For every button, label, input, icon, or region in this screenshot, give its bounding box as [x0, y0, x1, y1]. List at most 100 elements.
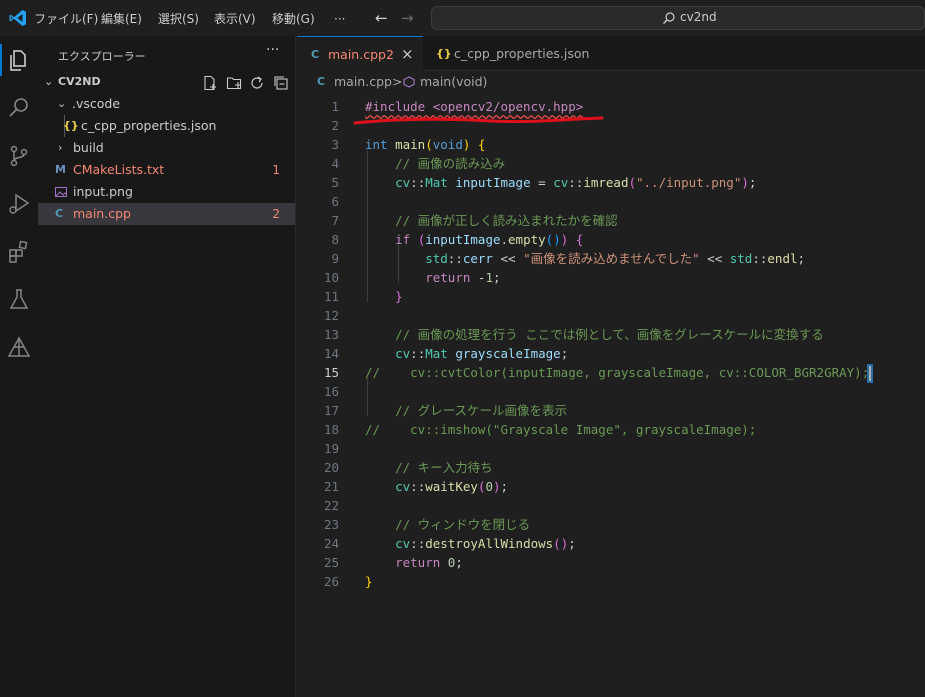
line-number: 5	[331, 175, 339, 190]
title-bar: ファイル(F) 編集(E) 選択(S) 表示(V) 移動(G) ··· ← → …	[0, 0, 925, 36]
line-number: 2	[331, 118, 339, 133]
breadcrumb-symbol[interactable]: main(void)	[420, 71, 487, 93]
menu-file[interactable]: ファイル(F)	[34, 10, 98, 28]
explorer-more-button[interactable]: ···	[266, 42, 279, 58]
tree-item-label: input.png	[73, 184, 133, 199]
line-number: 16	[323, 384, 339, 399]
source-control-icon[interactable]	[5, 142, 33, 170]
line-number: 10	[323, 270, 339, 285]
red-pen-annotation	[353, 116, 604, 125]
menu-go[interactable]: 移動(G)	[272, 10, 315, 28]
code-line[interactable]: return 0;	[365, 553, 463, 572]
cpp-file-icon: C	[311, 48, 320, 61]
line-number: 21	[323, 479, 339, 494]
cmake-file-icon: M	[55, 163, 66, 176]
code-line[interactable]: // 画像の処理を行う ここでは例として、画像をグレースケールに変換する	[365, 325, 824, 344]
code-line[interactable]: // cv::cvtColor(inputImage, grayscaleIma…	[365, 363, 872, 382]
search-icon	[663, 12, 675, 24]
testing-flask-icon[interactable]	[5, 286, 33, 314]
code-line[interactable]: }	[365, 572, 373, 591]
workspace-label: CV2ND	[58, 75, 101, 88]
chevron-down-icon: ⌄	[44, 75, 54, 88]
search-text: cv2nd	[680, 10, 717, 24]
menu-selection[interactable]: 選択(S)	[158, 10, 199, 28]
code-line[interactable]: }	[365, 287, 403, 306]
code-line[interactable]: int main(void) {	[365, 135, 485, 154]
tree-item-label: c_cpp_properties.json	[81, 118, 217, 133]
tree-item-input-png[interactable]: input.png	[38, 181, 295, 203]
explorer-icon[interactable]	[5, 46, 33, 74]
search-view-icon[interactable]	[5, 94, 33, 122]
tree-item-main-cpp[interactable]: C main.cpp 2	[38, 203, 295, 225]
collapse-all-icon[interactable]	[273, 75, 289, 91]
breadcrumb-file[interactable]: main.cpp	[334, 71, 392, 93]
line-number: 20	[323, 460, 339, 475]
image-file-icon	[55, 187, 67, 197]
forward-arrow-icon[interactable]: →	[401, 9, 414, 27]
tab-main-cpp[interactable]: C main.cpp 2 ×	[297, 36, 423, 71]
code-line[interactable]: cv::waitKey(0);	[365, 477, 508, 496]
tab-c-cpp-properties[interactable]: {} c_cpp_properties.json	[423, 36, 593, 71]
menu-more[interactable]: ···	[334, 10, 345, 28]
tab-label: main.cpp	[328, 47, 386, 62]
line-number: 18	[323, 422, 339, 437]
run-debug-icon[interactable]	[5, 190, 33, 218]
tree-item-label: CMakeLists.txt	[73, 162, 165, 177]
code-line[interactable]: // 画像の読み込み	[365, 154, 505, 173]
code-line[interactable]: cv::Mat grayscaleImage;	[365, 344, 568, 363]
tab-bar: C main.cpp 2 × {} c_cpp_properties.json	[297, 36, 925, 71]
line-number: 14	[323, 346, 339, 361]
tree-item-label: .vscode	[72, 96, 121, 111]
line-number: 25	[323, 555, 339, 570]
refresh-icon[interactable]	[249, 75, 265, 91]
problem-count-badge: 1	[272, 163, 280, 177]
close-icon[interactable]: ×	[401, 37, 414, 72]
line-number: 26	[323, 574, 339, 589]
line-number: 15	[323, 365, 339, 380]
workspace-root[interactable]: ⌄ CV2ND	[38, 71, 295, 93]
back-arrow-icon[interactable]: ←	[375, 9, 388, 27]
line-number: 3	[331, 137, 339, 152]
code-line[interactable]: // cv::imshow("Grayscale Image", graysca…	[365, 420, 756, 439]
code-line[interactable]: cv::Mat inputImage = cv::imread("../inpu…	[365, 173, 756, 192]
active-indicator	[0, 44, 2, 76]
tab-error-badge: 2	[386, 47, 394, 62]
json-file-icon: {}	[63, 119, 79, 132]
cpp-file-icon: C	[317, 75, 326, 88]
line-number: 19	[323, 441, 339, 456]
vscode-logo-icon[interactable]	[8, 8, 28, 28]
new-file-icon[interactable]	[202, 75, 218, 91]
code-line[interactable]: if (inputImage.empty()) {	[365, 230, 583, 249]
line-number: 9	[331, 251, 339, 266]
line-number: 1	[331, 99, 339, 114]
line-number: 17	[323, 403, 339, 418]
json-file-icon: {}	[436, 47, 452, 60]
chevron-down-icon: ⌄	[57, 97, 67, 110]
new-folder-icon[interactable]	[226, 75, 242, 91]
code-line[interactable]: // グレースケール画像を表示	[365, 401, 567, 420]
tree-item-build[interactable]: › build	[38, 137, 295, 159]
code-line[interactable]: return -1;	[365, 268, 500, 287]
extensions-icon[interactable]	[5, 238, 33, 266]
tree-item-vscode[interactable]: ⌄ .vscode	[38, 93, 295, 115]
tree-item-c-cpp-properties[interactable]: {} c_cpp_properties.json	[38, 115, 295, 137]
activity-bar	[0, 36, 38, 697]
menu-view[interactable]: 表示(V)	[214, 10, 256, 28]
line-number: 13	[323, 327, 339, 342]
command-center-search[interactable]: cv2nd	[431, 6, 925, 30]
line-number: 23	[323, 517, 339, 532]
tree-item-cmakelists[interactable]: M CMakeLists.txt 1	[38, 159, 295, 181]
text-cursor	[869, 366, 872, 381]
code-line[interactable]: // 画像が正しく読み込まれたかを確認	[365, 211, 618, 230]
line-number: 24	[323, 536, 339, 551]
tree-item-label: build	[73, 140, 104, 155]
line-number: 11	[323, 289, 339, 304]
line-number: 4	[331, 156, 339, 171]
code-line[interactable]: std::cerr << "画像を読み込めませんでした" << std::end…	[365, 249, 805, 268]
code-line[interactable]: // キー入力待ち	[365, 458, 493, 477]
line-number: 6	[331, 194, 339, 209]
cmake-icon[interactable]	[5, 334, 33, 362]
code-line[interactable]: cv::destroyAllWindows();	[365, 534, 576, 553]
menu-edit[interactable]: 編集(E)	[101, 10, 142, 28]
code-line[interactable]: // ウィンドウを閉じる	[365, 515, 530, 534]
